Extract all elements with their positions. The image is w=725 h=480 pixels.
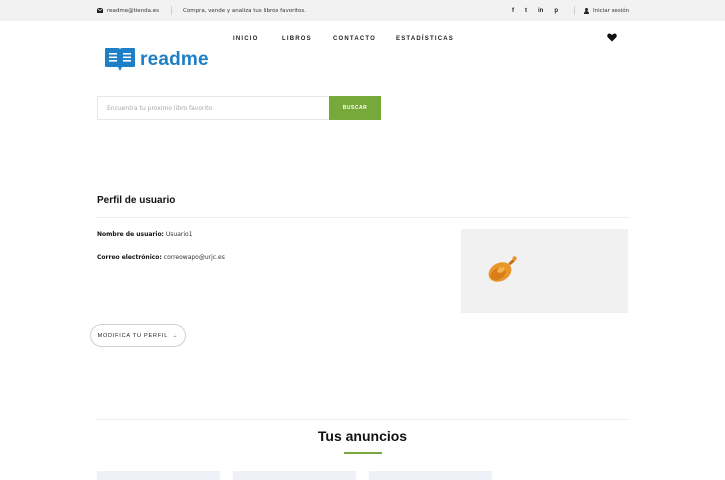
nav-item-libros[interactable]: LIBROS [282, 36, 312, 42]
contact-email-text: readme@tienda.es [107, 7, 160, 14]
username-row: Nombre de usuario: Usuario1 [97, 231, 193, 238]
username-value: Usuario1 [165, 231, 193, 238]
search-input[interactable] [97, 96, 330, 120]
divider [97, 419, 629, 420]
modify-profile-label: MODIFICA TU PERFIL [97, 332, 169, 339]
ad-card[interactable] [233, 471, 356, 480]
envelope-icon [97, 8, 103, 13]
divider [97, 217, 629, 218]
top-bar: readme@tienda.es Compra, vende y analiza… [0, 0, 725, 21]
divider [574, 6, 575, 15]
nav-item-estadisticas[interactable]: ESTADÍSTICAS [396, 36, 454, 42]
arrow-right-icon: → [172, 332, 179, 339]
nav-item-inicio[interactable]: INICIO [233, 36, 259, 42]
social-links: f t in p [512, 0, 558, 21]
nav-item-contacto[interactable]: CONTACTO [333, 36, 376, 42]
login-link[interactable]: Iniciar sesión [584, 0, 629, 21]
profile-image-panel [461, 229, 628, 313]
tagline: Compra, vende y analiza tus libros favor… [183, 7, 306, 14]
facebook-icon[interactable]: f [512, 8, 514, 14]
site-logo[interactable]: readme [104, 47, 209, 72]
divider [171, 6, 172, 15]
profile-avatar [488, 256, 517, 282]
email-row: Correo electrónico: correowapo@urjc.es [97, 254, 225, 261]
username-label: Nombre de usuario: [97, 231, 164, 238]
brand-name: readme [140, 48, 209, 70]
contact-email[interactable]: readme@tienda.es [97, 0, 159, 21]
twitter-icon[interactable]: t [525, 8, 527, 14]
title-underline [344, 452, 382, 454]
email-value: correowapo@urjc.es [163, 254, 225, 261]
linkedin-icon[interactable]: in [538, 8, 543, 14]
user-icon [584, 7, 589, 14]
profile-title: Perfil de usuario [97, 195, 176, 206]
modify-profile-button[interactable]: MODIFICA TU PERFIL → [90, 324, 186, 347]
book-icon [105, 48, 135, 71]
ad-card[interactable] [369, 471, 492, 480]
ads-section-title: Tus anuncios [317, 428, 408, 444]
pinterest-icon[interactable]: p [554, 8, 558, 14]
email-label: Correo electrónico: [97, 254, 162, 261]
search-button[interactable]: BUSCAR [329, 96, 381, 120]
ad-card[interactable] [97, 471, 220, 480]
heart-icon[interactable] [607, 33, 617, 42]
login-label: Iniciar sesión [593, 7, 630, 14]
